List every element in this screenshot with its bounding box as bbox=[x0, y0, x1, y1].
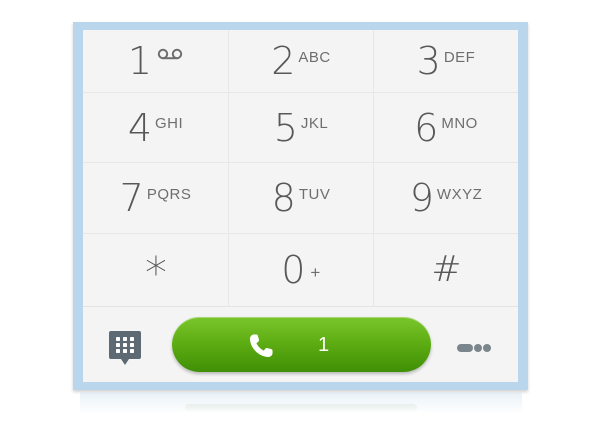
key-digit: 2 bbox=[271, 39, 295, 83]
key-letters: JKL bbox=[300, 115, 329, 132]
key-letters: + bbox=[310, 262, 321, 282]
key-8[interactable]: 8 TUV bbox=[228, 162, 373, 233]
key-digit: 7 bbox=[119, 176, 144, 220]
dialpad-grid-icon[interactable] bbox=[107, 329, 143, 369]
voicemail-icon bbox=[157, 48, 183, 67]
key-digit: 0 bbox=[281, 248, 305, 292]
key-2[interactable]: 2 ABC bbox=[228, 30, 373, 92]
dialer-action-bar: 1 bbox=[83, 306, 518, 382]
call-button[interactable]: 1 bbox=[172, 317, 431, 372]
key-0[interactable]: 0 + bbox=[228, 233, 373, 306]
key-digit: 5 bbox=[273, 105, 298, 150]
key-digit: 1 bbox=[127, 39, 152, 83]
key-digit: 3 bbox=[416, 39, 441, 83]
call-button-label: 1 bbox=[318, 334, 330, 356]
dialpad: 1 2 ABC 3 DEF 4 GHI 5 JKL 6 MNO 7 PQRS 8… bbox=[83, 30, 518, 306]
call-button-reflection bbox=[185, 404, 417, 412]
key-hash[interactable]: # bbox=[373, 233, 518, 306]
key-1[interactable]: 1 bbox=[83, 30, 228, 92]
key-star[interactable]: * bbox=[83, 233, 228, 306]
phone-handset-icon bbox=[246, 331, 276, 361]
key-letters: TUV bbox=[298, 185, 331, 203]
key-digit: 9 bbox=[409, 176, 434, 220]
key-digit: 4 bbox=[127, 105, 152, 150]
key-digit: # bbox=[431, 249, 461, 290]
key-letters: MNO bbox=[441, 115, 478, 132]
more-options-icon[interactable] bbox=[456, 341, 492, 355]
key-digit: 6 bbox=[414, 105, 438, 150]
key-digit: 8 bbox=[271, 176, 296, 220]
key-9[interactable]: 9 WXYZ bbox=[373, 162, 518, 233]
key-letters: DEF bbox=[443, 48, 476, 66]
key-letters: WXYZ bbox=[436, 185, 483, 203]
key-digit: * bbox=[145, 248, 167, 299]
dialer-screen: 1 2 ABC 3 DEF 4 GHI 5 JKL 6 MNO 7 PQRS 8… bbox=[83, 30, 518, 382]
key-letters: GHI bbox=[155, 115, 184, 132]
key-7[interactable]: 7 PQRS bbox=[83, 162, 228, 233]
key-5[interactable]: 5 JKL bbox=[228, 92, 373, 162]
key-3[interactable]: 3 DEF bbox=[373, 30, 518, 92]
key-4[interactable]: 4 GHI bbox=[83, 92, 228, 162]
key-6[interactable]: 6 MNO bbox=[373, 92, 518, 162]
key-letters: PQRS bbox=[146, 185, 192, 203]
key-letters: ABC bbox=[298, 48, 331, 66]
